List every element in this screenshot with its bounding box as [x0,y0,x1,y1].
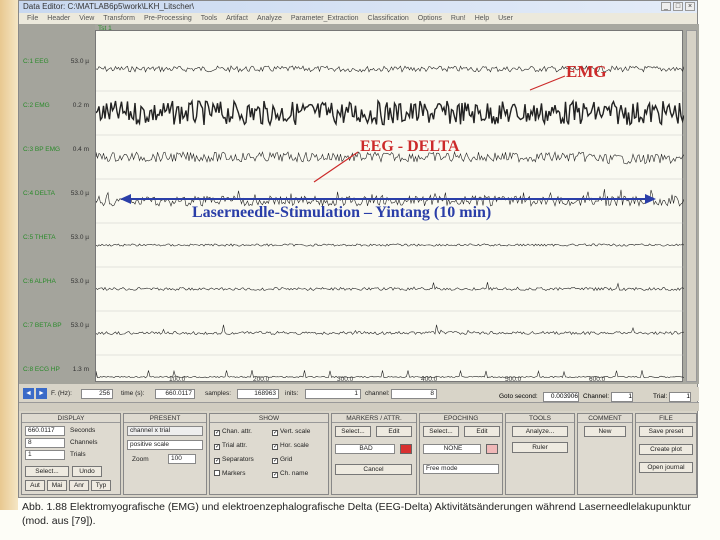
figure-caption: Abb. 1.88 Elektromyografische (EMG) und … [22,501,691,527]
annotation-arrows [120,75,656,204]
